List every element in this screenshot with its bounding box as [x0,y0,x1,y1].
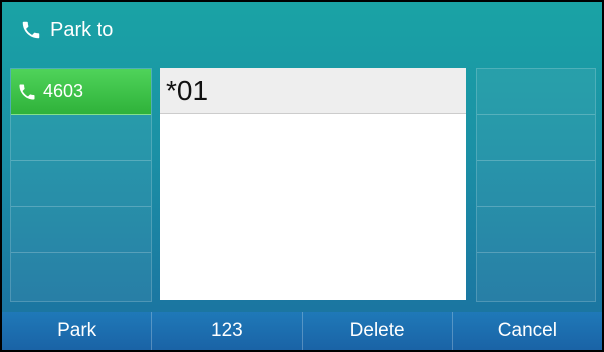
line-key-empty[interactable] [11,161,151,207]
input-mode-button[interactable]: 123 [152,312,303,350]
cancel-button[interactable]: Cancel [453,312,602,350]
park-target-value: *01 [166,74,209,106]
park-target-panel: *01 [160,68,466,300]
line-key-empty[interactable] [11,207,151,253]
phone-handset-icon [19,84,35,99]
page-title: Park to [50,18,114,41]
softkey-bar: Park 123 Delete Cancel [2,312,602,350]
title-bar: Park to [2,2,602,58]
park-button[interactable]: Park [2,312,153,350]
line-key-empty[interactable] [477,207,595,253]
phone-handset-icon [22,21,40,39]
line-key-empty[interactable] [11,115,151,161]
line-key-empty[interactable] [477,115,595,161]
phone-screen: Park to 4603 *01 Park 123 Delete Cancel [2,2,602,350]
park-target-input[interactable]: *01 [160,68,466,114]
line-key-empty[interactable] [477,69,595,115]
delete-button[interactable]: Delete [303,312,453,350]
line-key-label: 4603 [43,81,84,101]
line-key-column-left: 4603 [10,68,152,302]
line-key-empty[interactable] [477,161,595,207]
line-key-column-right [476,68,596,302]
line-key-4603[interactable]: 4603 [11,69,151,115]
